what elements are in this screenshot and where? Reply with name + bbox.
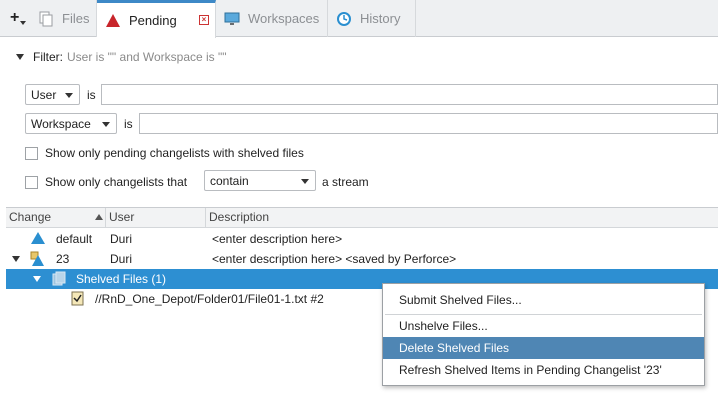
- chevron-down-icon: [102, 122, 110, 127]
- workspace-is-label: is: [124, 117, 133, 131]
- workspace-field-combo-value: Workspace: [31, 116, 91, 131]
- tab-pending-label: Pending: [129, 13, 177, 28]
- tab-workspaces[interactable]: Workspaces: [216, 0, 328, 37]
- shelved-files-icon: [52, 271, 66, 286]
- row-change: Shelved Files (1): [76, 272, 167, 286]
- stream-suffix-label: a stream: [322, 175, 369, 189]
- column-header-change[interactable]: Change: [6, 208, 106, 228]
- expand-triangle-icon[interactable]: [12, 256, 20, 262]
- filter-label: Filter:: [33, 50, 63, 64]
- menu-item-refresh-shelved[interactable]: Refresh Shelved Items in Pending Changel…: [383, 359, 704, 381]
- row-change: 23: [56, 252, 70, 266]
- table-row[interactable]: 23 Duri <enter description here> <saved …: [6, 249, 718, 269]
- user-field-combo-value: User: [31, 87, 57, 102]
- tab-files[interactable]: Files: [30, 0, 97, 37]
- close-icon[interactable]: ×: [199, 15, 209, 25]
- menu-item-submit-shelved[interactable]: Submit Shelved Files...: [383, 289, 704, 311]
- column-header-user[interactable]: User: [106, 208, 206, 228]
- row-user: Duri: [110, 252, 133, 266]
- menu-item-delete-shelved[interactable]: Delete Shelved Files: [383, 337, 704, 359]
- context-menu: Submit Shelved Files... Unshelve Files..…: [382, 283, 705, 386]
- tab-history[interactable]: History: [328, 0, 416, 37]
- tab-history-label: History: [360, 11, 401, 26]
- row-description: <enter description here>: [212, 232, 343, 246]
- changelist-shelved-icon: [30, 251, 44, 266]
- filter-description: User is "" and Workspace is "": [67, 50, 227, 64]
- stream-only-option[interactable]: Show only changelists that: [25, 175, 187, 189]
- column-header-change-label: Change: [9, 210, 52, 224]
- file-icon: [71, 291, 84, 306]
- user-field-combo[interactable]: User: [25, 84, 80, 105]
- row-description: <enter description here> <saved by Perfo…: [212, 252, 457, 266]
- column-header-user-label: User: [109, 210, 135, 224]
- chevron-down-icon: [65, 93, 73, 98]
- stream-mode-value: contain: [210, 173, 249, 188]
- add-tab-button[interactable]: +: [8, 8, 28, 30]
- stream-only-label: Show only changelists that: [45, 175, 188, 189]
- plus-icon: +: [10, 9, 20, 26]
- tab-bar: + Files Pending × Workspaces History: [0, 0, 718, 38]
- stream-only-checkbox[interactable]: [25, 175, 38, 189]
- sort-ascending-icon: [95, 214, 103, 220]
- user-is-label: is: [87, 88, 96, 102]
- stream-mode-combo[interactable]: contain: [204, 170, 316, 191]
- shelved-only-checkbox[interactable]: [25, 146, 38, 160]
- row-user: Duri: [110, 232, 133, 246]
- row-change: default: [56, 232, 93, 246]
- workspace-field-combo[interactable]: Workspace: [25, 113, 117, 134]
- changelist-icon: [31, 232, 45, 244]
- user-value-input[interactable]: [101, 84, 718, 105]
- tab-pending[interactable]: Pending ×: [97, 0, 216, 38]
- clock-icon: [337, 11, 351, 26]
- filter-header[interactable]: Filter: User is "" and Workspace is "": [16, 50, 227, 64]
- column-header-description[interactable]: Description: [206, 208, 718, 228]
- tab-workspaces-label: Workspaces: [248, 11, 320, 26]
- table-row[interactable]: default Duri <enter description here>: [6, 229, 718, 249]
- expand-triangle-icon[interactable]: [33, 276, 41, 282]
- tab-files-label: Files: [62, 11, 90, 26]
- chevron-down-icon: [301, 179, 309, 184]
- monitor-icon: [224, 12, 240, 25]
- collapse-triangle-icon[interactable]: [16, 54, 24, 60]
- menu-item-unshelve[interactable]: Unshelve Files...: [383, 315, 704, 337]
- table-header: Change User Description: [6, 207, 718, 228]
- workspace-value-input[interactable]: [139, 113, 718, 134]
- files-icon: [39, 11, 53, 26]
- chevron-down-icon: [20, 21, 26, 25]
- row-file-path: //RnD_One_Depot/Folder01/File01-1.txt #2: [95, 292, 324, 306]
- shelved-only-label: Show only pending changelists with shelv…: [45, 146, 304, 160]
- shelved-only-option[interactable]: Show only pending changelists with shelv…: [25, 146, 304, 160]
- column-header-description-label: Description: [209, 210, 270, 224]
- pending-icon: [106, 13, 120, 27]
